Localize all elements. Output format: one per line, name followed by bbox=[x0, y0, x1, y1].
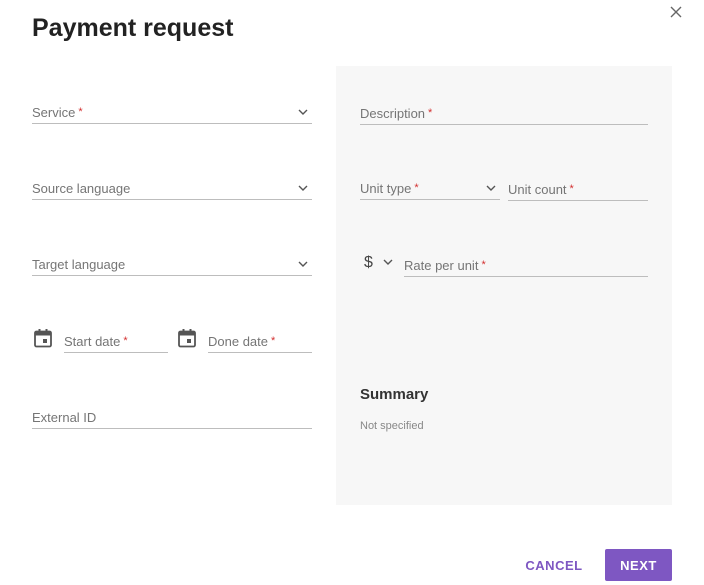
required-marker: * bbox=[481, 259, 486, 271]
start-date-label: Start date bbox=[64, 334, 121, 349]
required-marker: * bbox=[271, 335, 276, 347]
external-id-label: External ID bbox=[32, 410, 97, 425]
chevron-down-icon[interactable] bbox=[383, 258, 393, 266]
source-language-select[interactable]: Source language bbox=[32, 177, 312, 200]
required-marker: * bbox=[569, 183, 574, 195]
required-marker: * bbox=[78, 106, 83, 118]
rate-per-unit-field[interactable]: Rate per unit * bbox=[404, 254, 648, 277]
chevron-down-icon bbox=[298, 261, 308, 267]
cancel-button[interactable]: CANCEL bbox=[518, 549, 590, 581]
dialog-title: Payment request bbox=[32, 14, 234, 42]
required-marker: * bbox=[123, 335, 128, 347]
required-marker: * bbox=[414, 182, 419, 194]
unit-type-select[interactable]: Unit type * bbox=[360, 177, 500, 200]
target-language-select[interactable]: Target language bbox=[32, 253, 312, 276]
summary-text: Not specified bbox=[360, 420, 424, 432]
start-date-field[interactable]: Start date * bbox=[64, 330, 168, 353]
next-button[interactable]: NEXT bbox=[605, 549, 672, 581]
chevron-down-icon bbox=[298, 185, 308, 191]
rate-per-unit-label: Rate per unit bbox=[404, 258, 479, 273]
description-label: Description bbox=[360, 106, 426, 121]
unit-count-field[interactable]: Unit count * bbox=[508, 178, 648, 201]
right-panel bbox=[336, 66, 672, 505]
service-label: Service bbox=[32, 105, 76, 120]
description-field[interactable]: Description * bbox=[360, 102, 648, 125]
done-date-field[interactable]: Done date * bbox=[208, 330, 312, 353]
source-language-label: Source language bbox=[32, 181, 131, 196]
external-id-field[interactable]: External ID bbox=[32, 406, 312, 429]
target-language-label: Target language bbox=[32, 257, 126, 272]
calendar-icon[interactable] bbox=[33, 328, 53, 348]
done-date-label: Done date bbox=[208, 334, 268, 349]
required-marker: * bbox=[428, 107, 433, 119]
unit-type-label: Unit type bbox=[360, 181, 412, 196]
chevron-down-icon bbox=[298, 109, 308, 115]
summary-title: Summary bbox=[360, 386, 429, 403]
unit-count-label: Unit count bbox=[508, 182, 567, 197]
calendar-icon[interactable] bbox=[177, 328, 197, 348]
chevron-down-icon bbox=[486, 185, 496, 191]
currency-select[interactable]: $ bbox=[364, 254, 373, 272]
close-icon[interactable] bbox=[667, 3, 685, 21]
service-select[interactable]: Service * bbox=[32, 101, 312, 124]
